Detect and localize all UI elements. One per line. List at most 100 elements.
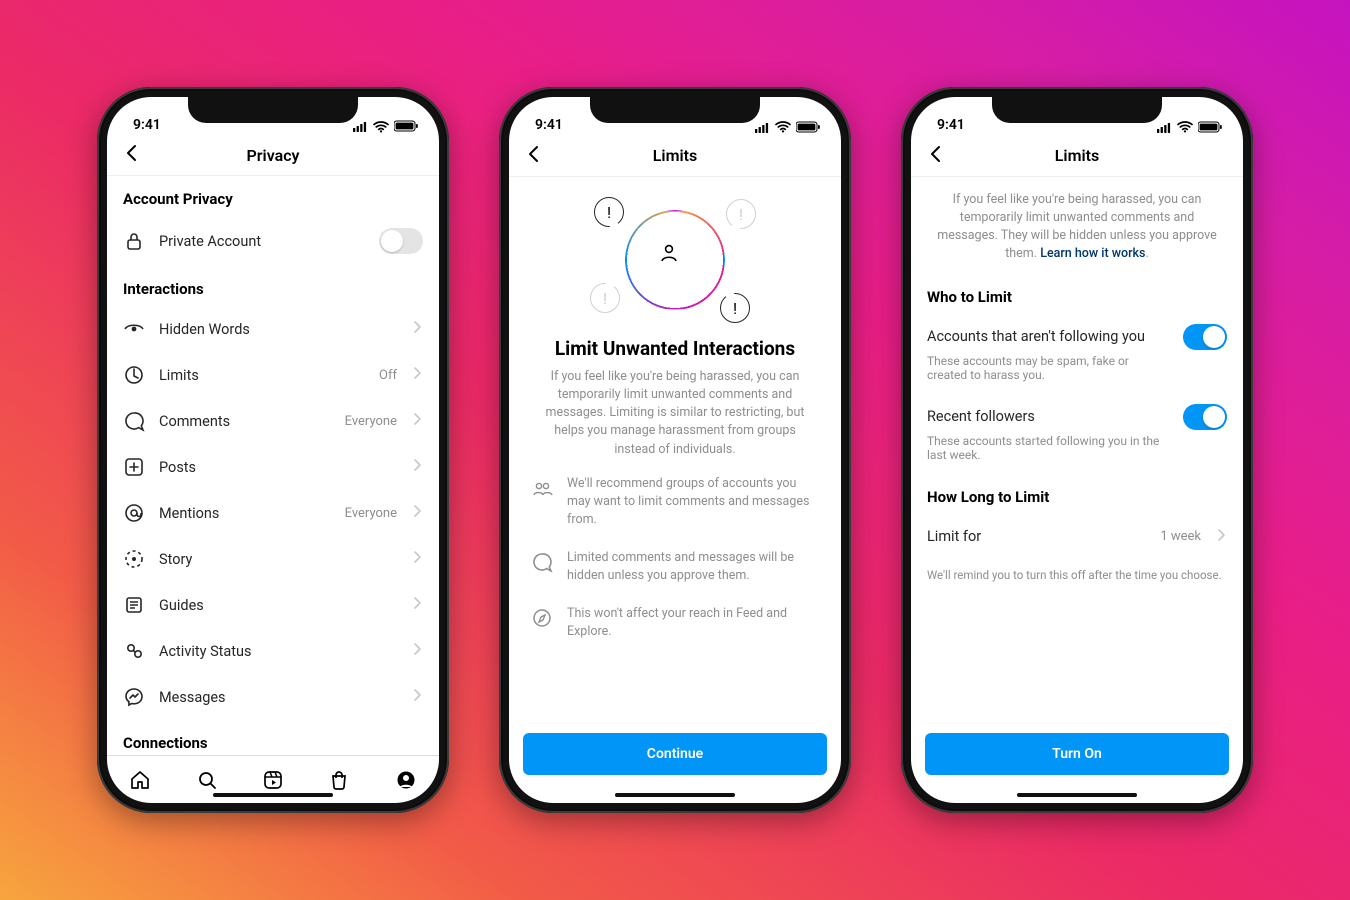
row-limit-for[interactable]: Limit for 1 week xyxy=(911,514,1243,560)
status-time: 9:41 xyxy=(133,117,161,133)
row-story[interactable]: Story xyxy=(107,536,439,582)
intro-text: If you feel like you're being harassed, … xyxy=(911,177,1243,274)
alert-bubble-icon: ! xyxy=(594,197,624,227)
back-button[interactable] xyxy=(925,143,947,169)
phone-limits-config: 9:41 Limits If you feel like you're bein… xyxy=(901,87,1253,813)
comment-icon xyxy=(531,551,553,577)
private-account-label: Private Account xyxy=(159,233,365,250)
row-limits[interactable]: Limits Off xyxy=(107,352,439,398)
section-how-long: How Long to Limit xyxy=(911,474,1243,514)
chevron-right-icon xyxy=(411,687,423,707)
signal-icon xyxy=(755,121,770,133)
wifi-icon xyxy=(373,120,389,133)
row-mentions[interactable]: Mentions Everyone xyxy=(107,490,439,536)
option-desc: These accounts may be spam, fake or crea… xyxy=(927,354,1227,382)
hidden-words-icon xyxy=(123,318,145,340)
back-button[interactable] xyxy=(523,143,545,169)
home-indicator[interactable] xyxy=(1017,793,1137,797)
bullet-row: This won't affect your reach in Feed and… xyxy=(509,595,841,651)
chevron-right-icon xyxy=(411,595,423,615)
home-indicator[interactable] xyxy=(615,793,735,797)
tab-reels[interactable] xyxy=(262,769,284,791)
battery-icon xyxy=(394,120,419,132)
wifi-icon xyxy=(775,120,791,133)
tab-profile[interactable] xyxy=(395,769,417,791)
battery-icon xyxy=(1198,121,1223,133)
row-private-account[interactable]: Private Account xyxy=(107,216,439,266)
wifi-icon xyxy=(1177,120,1193,133)
battery-icon xyxy=(796,121,821,133)
row-hidden-words[interactable]: Hidden Words xyxy=(107,306,439,352)
turn-on-button[interactable]: Turn On xyxy=(925,733,1229,775)
row-comments[interactable]: Comments Everyone xyxy=(107,398,439,444)
continue-label: Continue xyxy=(647,746,703,762)
page-title: Limits xyxy=(653,146,697,165)
row-label: Comments xyxy=(159,413,331,430)
section-account-privacy: Account Privacy xyxy=(107,176,439,216)
navbar: Limits xyxy=(509,135,841,177)
row-label: Activity Status xyxy=(159,643,383,660)
row-label: Mentions xyxy=(159,505,331,522)
guides-icon xyxy=(123,594,145,616)
person-icon xyxy=(658,241,692,279)
home-indicator[interactable] xyxy=(213,793,333,797)
section-interactions: Interactions xyxy=(107,266,439,306)
compass-icon xyxy=(531,607,553,633)
option-recent-followers: Recent followers These accounts started … xyxy=(911,394,1243,474)
row-guides[interactable]: Guides xyxy=(107,582,439,628)
limit-for-label: Limit for xyxy=(927,528,1146,545)
row-value: Off xyxy=(379,368,397,383)
notch xyxy=(590,97,760,123)
private-account-toggle[interactable] xyxy=(379,228,423,254)
continue-button[interactable]: Continue xyxy=(523,733,827,775)
turn-on-label: Turn On xyxy=(1052,746,1102,762)
page-title: Privacy xyxy=(247,146,300,165)
back-button[interactable] xyxy=(121,142,143,168)
comment-icon xyxy=(123,410,145,432)
learn-how-link[interactable]: Learn how it works xyxy=(1040,246,1145,261)
alert-bubble-icon: ! xyxy=(720,293,750,323)
activity-icon xyxy=(123,640,145,662)
option-title: Accounts that aren't following you xyxy=(927,328,1145,345)
limit-for-value: 1 week xyxy=(1160,529,1201,544)
bullet-row: We'll recommend groups of accounts you m… xyxy=(509,465,841,539)
section-who-to-limit: Who to Limit xyxy=(911,274,1243,314)
hero-heading: Limit Unwanted Interactions xyxy=(555,337,795,360)
row-label: Posts xyxy=(159,459,383,476)
option-desc: These accounts started following you in … xyxy=(927,434,1227,462)
toggle-recent-followers[interactable] xyxy=(1183,404,1227,430)
chevron-right-icon xyxy=(411,365,423,385)
signal-icon xyxy=(353,120,368,132)
row-label: Messages xyxy=(159,689,383,706)
chevron-right-icon xyxy=(411,641,423,661)
limits-icon xyxy=(123,364,145,386)
status-icons xyxy=(1157,120,1223,133)
phone-limits-intro: 9:41 Limits ! ! ! ! Limit Unwan xyxy=(499,87,851,813)
status-icons xyxy=(755,120,821,133)
row-activity-status[interactable]: Activity Status xyxy=(107,628,439,674)
alert-bubble-faded-icon: ! xyxy=(726,199,756,229)
tab-search[interactable] xyxy=(196,769,218,791)
messenger-icon xyxy=(123,686,145,708)
status-time: 9:41 xyxy=(535,117,563,133)
notch xyxy=(188,97,358,123)
chevron-right-icon xyxy=(411,503,423,523)
bullet-text: This won't affect your reach in Feed and… xyxy=(567,605,819,641)
navbar: Privacy xyxy=(107,135,439,177)
toggle-not-following[interactable] xyxy=(1183,324,1227,350)
phone-privacy: 9:41 Privacy Account Privacy Private Acc… xyxy=(97,87,449,813)
hero-illustration: ! ! ! ! xyxy=(570,195,780,325)
signal-icon xyxy=(1157,121,1172,133)
bullet-text: Limited comments and messages will be hi… xyxy=(567,549,819,585)
section-connections: Connections xyxy=(107,720,439,755)
hero: ! ! ! ! Limit Unwanted Interactions If y… xyxy=(509,177,841,465)
chevron-right-icon xyxy=(411,549,423,569)
row-messages[interactable]: Messages xyxy=(107,674,439,720)
navbar: Limits xyxy=(911,135,1243,177)
row-posts[interactable]: Posts xyxy=(107,444,439,490)
status-icons xyxy=(353,120,419,133)
tab-home[interactable] xyxy=(129,769,151,791)
bullet-row: Limited comments and messages will be hi… xyxy=(509,539,841,595)
tab-shop[interactable] xyxy=(328,769,350,791)
row-label: Hidden Words xyxy=(159,321,383,338)
